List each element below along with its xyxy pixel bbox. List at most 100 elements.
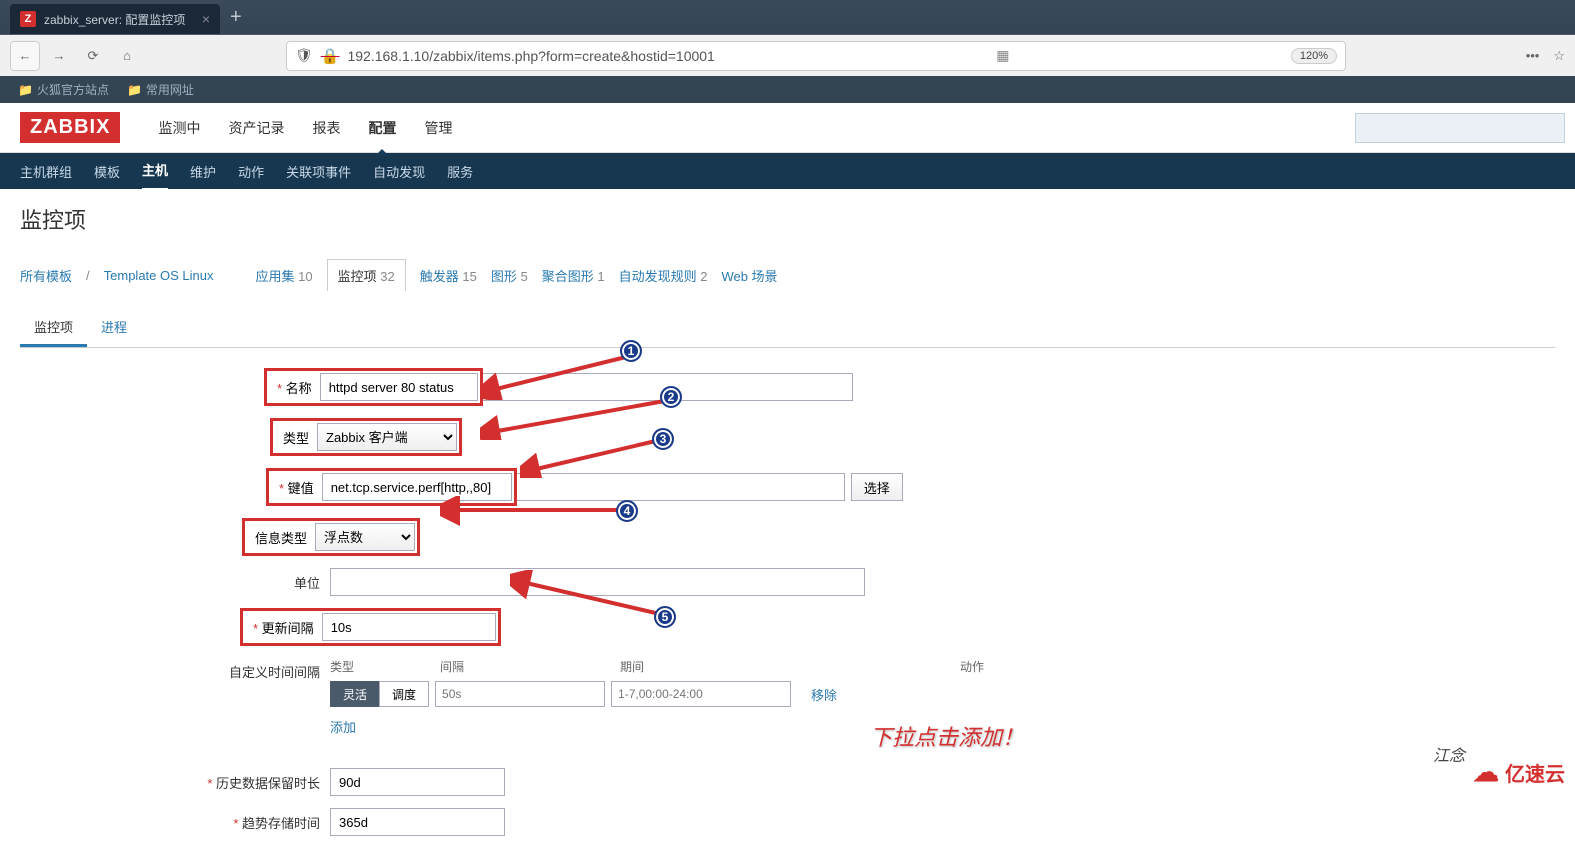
zabbix-logo[interactable]: ZABBIX — [20, 112, 120, 143]
url-bar[interactable]: 🛡 🔒 192.168.1.10/zabbix/items.php?form=c… — [286, 41, 1346, 71]
label-unit: 单位 — [20, 573, 330, 592]
tab-title: zabbix_server: 配置监控项 — [44, 11, 185, 28]
input-name[interactable] — [320, 373, 478, 401]
zoom-badge[interactable]: 120% — [1291, 48, 1337, 64]
back-button[interactable]: ← — [10, 41, 40, 71]
new-tab-button[interactable]: + — [230, 6, 242, 29]
input-interval[interactable] — [435, 681, 605, 707]
reload-button[interactable]: ⟳ — [78, 41, 108, 71]
breadcrumb-template[interactable]: Template OS Linux — [104, 268, 214, 283]
select-type[interactable]: Zabbix 客户端 — [317, 423, 457, 451]
label-update-interval: 更新间隔 — [245, 618, 322, 637]
tab-item[interactable]: 监控项 — [20, 309, 87, 347]
row-trend: 趋势存储时间 — [20, 808, 1555, 836]
link-add[interactable]: 添加 — [330, 720, 356, 735]
label-history: 历史数据保留时长 — [20, 773, 330, 792]
bookmark-star-icon[interactable]: ☆ — [1553, 48, 1565, 64]
input-period[interactable] — [611, 681, 791, 707]
tab-close-icon[interactable]: × — [202, 11, 210, 27]
subnav-actions[interactable]: 动作 — [238, 153, 264, 190]
main-nav: 监测中 资产记录 报表 配置 管理 — [144, 102, 466, 154]
qr-icon[interactable]: ▦ — [996, 47, 1009, 64]
row-history: 历史数据保留时长 — [20, 768, 1555, 796]
row-name: 名称 — [20, 368, 1555, 406]
cloud-icon: ☁ — [1473, 757, 1499, 788]
seg-flexible[interactable]: 灵活 — [330, 681, 380, 707]
subnav-hosts[interactable]: 主机 — [142, 151, 168, 191]
input-name-ext[interactable] — [483, 373, 853, 401]
subnav-services[interactable]: 服务 — [447, 153, 473, 190]
corner-logo: ☁ 亿速云 — [1473, 757, 1565, 788]
input-key-ext[interactable] — [517, 473, 845, 501]
filter-graphs[interactable]: 图形 5 — [491, 266, 528, 285]
input-history[interactable] — [330, 768, 505, 796]
browser-toolbar: ← → ⟳ ⌂ 🛡 🔒 192.168.1.10/zabbix/items.ph… — [0, 34, 1575, 76]
button-select-key[interactable]: 选择 — [851, 473, 903, 501]
row-info-type: 信息类型 浮点数 — [20, 518, 1555, 556]
input-key[interactable] — [322, 473, 512, 501]
nav-inventory[interactable]: 资产记录 — [214, 102, 298, 154]
label-trend: 趋势存储时间 — [20, 813, 330, 832]
blocked-icon: 🔒 — [321, 47, 340, 65]
seg-scheduling[interactable]: 调度 — [379, 681, 429, 707]
bookmark-item[interactable]: 📁火狐官方站点 — [18, 81, 109, 98]
input-trend[interactable] — [330, 808, 505, 836]
subnav-hostgroups[interactable]: 主机群组 — [20, 153, 72, 190]
content-area: 监控项 所有模板 / Template OS Linux 应用集 10 监控项 … — [0, 189, 1575, 862]
filter-items[interactable]: 监控项 32 — [327, 259, 406, 291]
bookmark-bar: 📁火狐官方站点 📁常用网址 — [0, 76, 1575, 103]
form-area: 名称 类型 Zabbix 客户端 键值 选择 信息类型 浮点数 — [20, 368, 1555, 836]
filter-discovery[interactable]: 自动发现规则 2 — [619, 266, 708, 285]
label-name: 名称 — [269, 378, 320, 397]
filter-screens[interactable]: 聚合图形 1 — [542, 266, 605, 285]
input-update-interval[interactable] — [322, 613, 496, 641]
filter-web[interactable]: Web 场景 — [721, 266, 777, 285]
nav-monitoring[interactable]: 监测中 — [144, 102, 214, 154]
row-unit: 单位 — [20, 568, 1555, 596]
bookmark-item[interactable]: 📁常用网址 — [127, 81, 194, 98]
search-input[interactable] — [1355, 113, 1565, 143]
browser-chrome: Z zabbix_server: 配置监控项 × + ← → ⟳ ⌂ 🛡 🔒 1… — [0, 0, 1575, 103]
row-type: 类型 Zabbix 客户端 — [20, 418, 1555, 456]
header-type: 类型 — [330, 658, 440, 675]
forward-button[interactable]: → — [44, 41, 74, 71]
subnav-discovery[interactable]: 自动发现 — [373, 153, 425, 190]
browser-tab[interactable]: Z zabbix_server: 配置监控项 × — [10, 4, 220, 34]
form-tabs: 监控项 进程 — [20, 309, 1555, 348]
breadcrumb-all-templates[interactable]: 所有模板 — [20, 266, 72, 285]
interval-row: 灵活 调度 移除 — [330, 681, 1555, 707]
label-info-type: 信息类型 — [247, 528, 315, 547]
shield-icon: 🛡 — [295, 47, 313, 64]
breadcrumb-filters: 所有模板 / Template OS Linux 应用集 10 监控项 32 触… — [20, 253, 1555, 297]
subnav-maintenance[interactable]: 维护 — [190, 153, 216, 190]
annotation-note-red: 下拉点击添加！ — [870, 720, 1024, 752]
header-action: 动作 — [960, 658, 1000, 675]
page-title: 监控项 — [20, 203, 1555, 235]
annotation-signature: 江念 — [1433, 742, 1465, 766]
nav-configuration[interactable]: 配置 — [354, 102, 410, 154]
interval-headers: 类型 间隔 期间 动作 — [330, 658, 1555, 675]
url-text: 192.168.1.10/zabbix/items.php?form=creat… — [347, 48, 714, 64]
label-type: 类型 — [275, 428, 317, 447]
home-button[interactable]: ⌂ — [112, 41, 142, 71]
row-custom-interval: 自定义时间间隔 类型 间隔 期间 动作 灵活 调度 移除 添加 — [20, 658, 1555, 736]
select-info-type[interactable]: 浮点数 — [315, 523, 415, 551]
menu-icon[interactable]: ••• — [1526, 48, 1540, 63]
subnav-templates[interactable]: 模板 — [94, 153, 120, 190]
header-interval: 间隔 — [440, 658, 620, 675]
tab-process[interactable]: 进程 — [87, 309, 141, 347]
header-period: 期间 — [620, 658, 810, 675]
input-unit[interactable] — [330, 568, 865, 596]
nav-administration[interactable]: 管理 — [410, 102, 466, 154]
filter-applications[interactable]: 应用集 10 — [255, 266, 312, 285]
link-remove[interactable]: 移除 — [811, 685, 837, 704]
zabbix-header: ZABBIX 监测中 资产记录 报表 配置 管理 — [0, 103, 1575, 153]
separator: / — [86, 268, 90, 283]
filter-triggers[interactable]: 触发器 15 — [420, 266, 477, 285]
label-key: 键值 — [271, 478, 322, 497]
sub-nav: 主机群组 模板 主机 维护 动作 关联项事件 自动发现 服务 — [0, 153, 1575, 189]
subnav-correlation[interactable]: 关联项事件 — [286, 153, 351, 190]
row-key: 键值 选择 — [20, 468, 1555, 506]
folder-icon: 📁 — [127, 83, 142, 97]
nav-reports[interactable]: 报表 — [298, 102, 354, 154]
